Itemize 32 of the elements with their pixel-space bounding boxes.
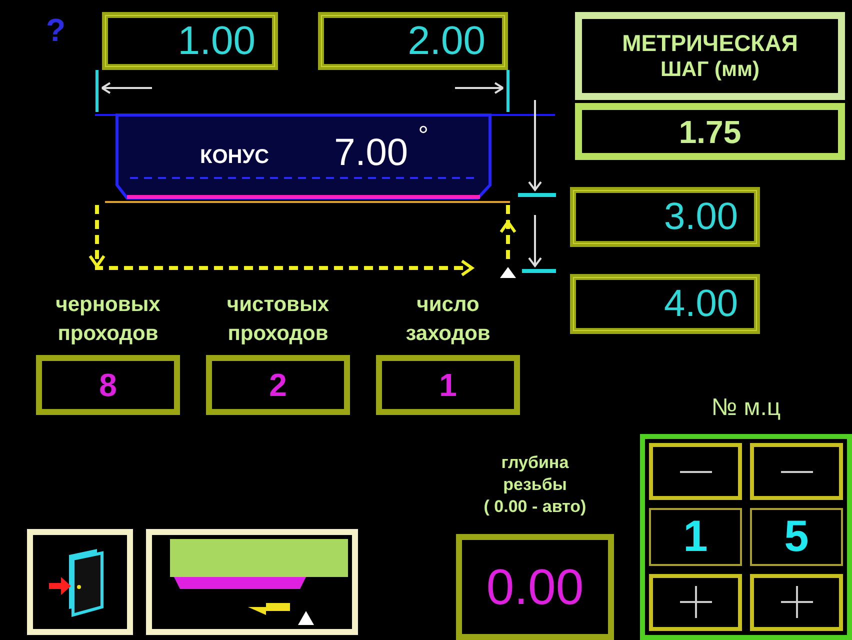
thread-depth-label: глубина резьбы ( 0.00 - авто) [484,452,586,518]
decrement-button[interactable] [750,443,843,500]
input-field[interactable]: 0.00 [456,534,614,640]
plus-icon [780,586,812,618]
exit-button[interactable] [27,529,133,635]
input-field[interactable]: 4.00 [570,274,760,334]
decrement-button[interactable] [649,443,742,500]
input-field[interactable]: 1.75 [575,103,845,160]
cone-label: КОНУС [200,145,270,170]
degree-symbol: ° [418,122,428,148]
input-field[interactable]: 1.00 [102,12,278,70]
input-field[interactable]: 8 [36,354,180,415]
input-field[interactable]: 2 [206,354,350,415]
thread-type-panel[interactable]: МЕТРИЧЕСКАЯ ШАГ (мм) [575,12,845,100]
thread-type-title: МЕТРИЧЕСКАЯ [622,28,798,58]
counter-value: 1 [649,508,742,566]
counter-value: 5 [750,508,843,566]
field-label: черновых проходов [54,292,162,348]
plus-icon [680,586,712,618]
input-field[interactable]: 2.00 [318,12,508,70]
input-field[interactable]: 3.00 [570,187,760,247]
thread-type-subtitle: ШАГ (мм) [660,57,760,84]
field-label: число заходов [404,292,492,348]
increment-button[interactable] [649,574,742,631]
dimension-arrow [522,215,556,273]
cycle-counter-label: № м.ц [711,393,781,423]
tool-icon [500,267,516,278]
angle-value: 7.00 [334,134,408,172]
cycle-preview-button[interactable] [146,529,358,635]
increment-button[interactable] [750,574,843,631]
field-label: чистовых проходов [226,292,330,348]
input-field[interactable]: 1 [376,354,520,415]
